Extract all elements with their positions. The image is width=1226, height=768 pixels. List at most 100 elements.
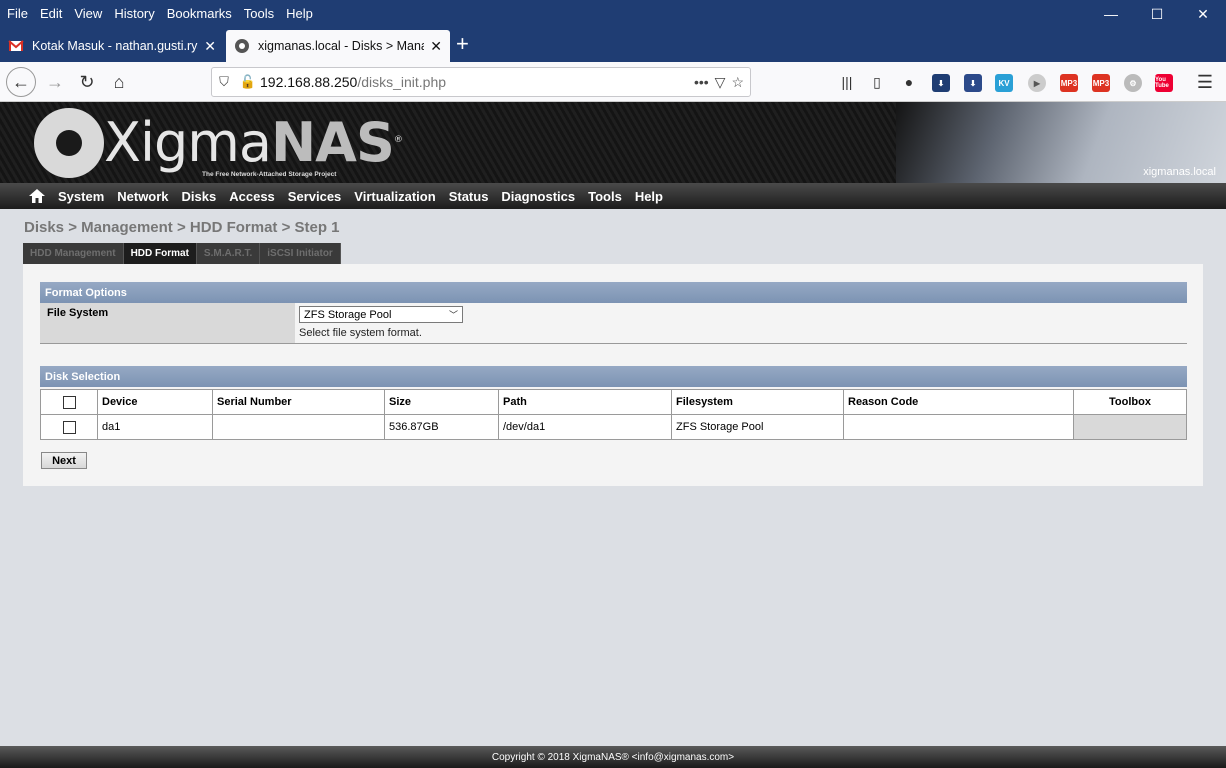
- logo-registered: ®: [393, 135, 403, 145]
- tab-title: xigmanas.local - Disks > Manag: [258, 39, 425, 53]
- file-system-label: File System: [40, 303, 295, 343]
- menu-tools[interactable]: Tools: [238, 6, 280, 21]
- nav-diagnostics[interactable]: Diagnostics: [501, 189, 575, 204]
- menu-edit[interactable]: Edit: [34, 6, 68, 21]
- row-checkbox[interactable]: [62, 420, 76, 434]
- tab-hdd-management[interactable]: HDD Management: [23, 243, 124, 264]
- cell-size: 536.87GB: [384, 414, 499, 440]
- nav-status[interactable]: Status: [449, 189, 489, 204]
- nav-services[interactable]: Services: [288, 189, 342, 204]
- tab-title: Kotak Masuk - nathan.gusti.rya: [32, 39, 199, 53]
- breadcrumb: Disks > Management > HDD Format > Step 1: [24, 219, 340, 236]
- disk-selection-header: Disk Selection: [40, 366, 1187, 387]
- chevron-down-icon: ﹀: [448, 310, 458, 320]
- tab-hdd-format[interactable]: HDD Format: [123, 243, 197, 264]
- main-nav: System Network Disks Access Services Vir…: [0, 183, 1226, 209]
- sidebar-icon[interactable]: ▯: [862, 67, 892, 97]
- hostname: xigmanas.local: [1143, 166, 1216, 178]
- menu-file[interactable]: File: [0, 6, 34, 21]
- insecure-lock-icon[interactable]: 🔓: [236, 70, 260, 94]
- window-controls: — ☐ ✕: [1088, 0, 1226, 28]
- format-options-header: Format Options: [40, 282, 1187, 303]
- forward-icon[interactable]: →: [40, 67, 70, 97]
- close-window-icon[interactable]: ✕: [1180, 0, 1226, 28]
- col-reason-code: Reason Code: [843, 389, 1074, 415]
- library-icon[interactable]: |||: [832, 67, 862, 97]
- new-tab-icon[interactable]: +: [456, 30, 469, 58]
- hamburger-menu-icon[interactable]: ☰: [1190, 67, 1220, 97]
- url-path: /disks_init.php: [357, 74, 447, 90]
- bookmark-star-icon[interactable]: ☆: [731, 74, 744, 91]
- nav-tools[interactable]: Tools: [588, 189, 622, 204]
- nav-help[interactable]: Help: [635, 189, 663, 204]
- cell-toolbox: [1073, 414, 1187, 440]
- footer: Copyright © 2018 XigmaNAS® <info@xigmana…: [0, 746, 1226, 768]
- col-filesystem: Filesystem: [671, 389, 844, 415]
- logo-main: Xigma: [104, 111, 272, 174]
- cell-filesystem: ZFS Storage Pool: [671, 414, 844, 440]
- row-select-cell: [40, 414, 98, 440]
- nav-access[interactable]: Access: [229, 189, 275, 204]
- account-icon[interactable]: ●: [894, 67, 924, 97]
- maximize-icon[interactable]: ☐: [1134, 0, 1180, 28]
- select-all-checkbox[interactable]: [62, 395, 76, 409]
- shield-icon[interactable]: ⛉: [212, 70, 236, 94]
- cell-path: /dev/da1: [498, 414, 672, 440]
- mp3-ext-icon[interactable]: MP3: [1060, 74, 1078, 92]
- youtube-ext-icon[interactable]: You Tube: [1155, 74, 1173, 92]
- mp3-ext-icon-2[interactable]: MP3: [1092, 74, 1110, 92]
- home-nav-icon[interactable]: [28, 187, 46, 205]
- navigation-bar: ← → ↻ ⌂ ⛉ 🔓 192.168.88.250/disks_init.ph…: [0, 62, 1226, 102]
- col-toolbox: Toolbox: [1073, 389, 1187, 415]
- tab-strip: Kotak Masuk - nathan.gusti.rya ✕ xigmana…: [0, 26, 1226, 62]
- download-ext-icon[interactable]: ⬇: [932, 74, 950, 92]
- file-system-select[interactable]: ZFS Storage Pool ﹀: [299, 306, 463, 323]
- gear-ext-icon[interactable]: ⚙: [1124, 74, 1142, 92]
- gmail-icon: [8, 40, 24, 51]
- logo-tagline: The Free Network-Attached Storage Projec…: [202, 171, 337, 178]
- url-bar[interactable]: ⛉ 🔓 192.168.88.250/disks_init.php ••• ▽ …: [211, 67, 751, 97]
- file-system-value: ZFS Storage Pool: [304, 308, 392, 321]
- menu-help[interactable]: Help: [280, 6, 319, 21]
- nav-virtualization[interactable]: Virtualization: [354, 189, 435, 204]
- kv-ext-icon[interactable]: KV: [995, 74, 1013, 92]
- menu-history[interactable]: History: [108, 6, 160, 21]
- tab-iscsi-initiator[interactable]: iSCSI Initiator: [260, 243, 341, 264]
- play-ext-icon[interactable]: ▶: [1028, 74, 1046, 92]
- nav-disks[interactable]: Disks: [182, 189, 217, 204]
- tab-smart[interactable]: S.M.A.R.T.: [196, 243, 261, 264]
- tab-gmail[interactable]: Kotak Masuk - nathan.gusti.rya ✕: [0, 30, 224, 62]
- logo-accent: NAS: [270, 111, 395, 174]
- menu-view[interactable]: View: [68, 6, 108, 21]
- close-tab-icon[interactable]: ✕: [204, 38, 216, 55]
- cell-reason-code: [843, 414, 1074, 440]
- nav-system[interactable]: System: [58, 189, 104, 204]
- close-tab-icon[interactable]: ✕: [430, 38, 442, 55]
- xigmanas-icon: [235, 39, 249, 53]
- disk-table: Device Serial Number Size Path Filesyste…: [40, 389, 1187, 440]
- file-system-hint: Select file system format.: [299, 327, 422, 339]
- col-path: Path: [498, 389, 672, 415]
- table-header-row: Device Serial Number Size Path Filesyste…: [40, 389, 1187, 415]
- reload-icon[interactable]: ↻: [72, 67, 102, 97]
- cell-serial: [212, 414, 385, 440]
- menu-bookmarks[interactable]: Bookmarks: [161, 6, 238, 21]
- url-host: 192.168.88.250: [260, 74, 358, 90]
- pocket-icon[interactable]: ▽: [715, 74, 726, 91]
- nav-network[interactable]: Network: [117, 189, 168, 204]
- cell-device: da1: [97, 414, 213, 440]
- table-row: da1 536.87GB /dev/da1 ZFS Storage Pool: [40, 414, 1187, 440]
- file-system-row: File System ZFS Storage Pool ﹀ Select fi…: [40, 303, 1187, 344]
- xigmanas-logo-icon: [34, 108, 104, 178]
- col-size: Size: [384, 389, 499, 415]
- next-button[interactable]: Next: [41, 452, 87, 469]
- col-device: Device: [97, 389, 213, 415]
- shield-ext-icon[interactable]: ⬇: [964, 74, 982, 92]
- tab-xigmanas[interactable]: xigmanas.local - Disks > Manag ✕: [226, 30, 450, 62]
- minimize-icon[interactable]: —: [1088, 0, 1134, 28]
- col-serial: Serial Number: [212, 389, 385, 415]
- content-panel: Format Options File System ZFS Storage P…: [23, 264, 1203, 486]
- page-actions-icon[interactable]: •••: [694, 74, 709, 90]
- back-icon[interactable]: ←: [6, 67, 36, 97]
- home-icon[interactable]: ⌂: [104, 67, 134, 97]
